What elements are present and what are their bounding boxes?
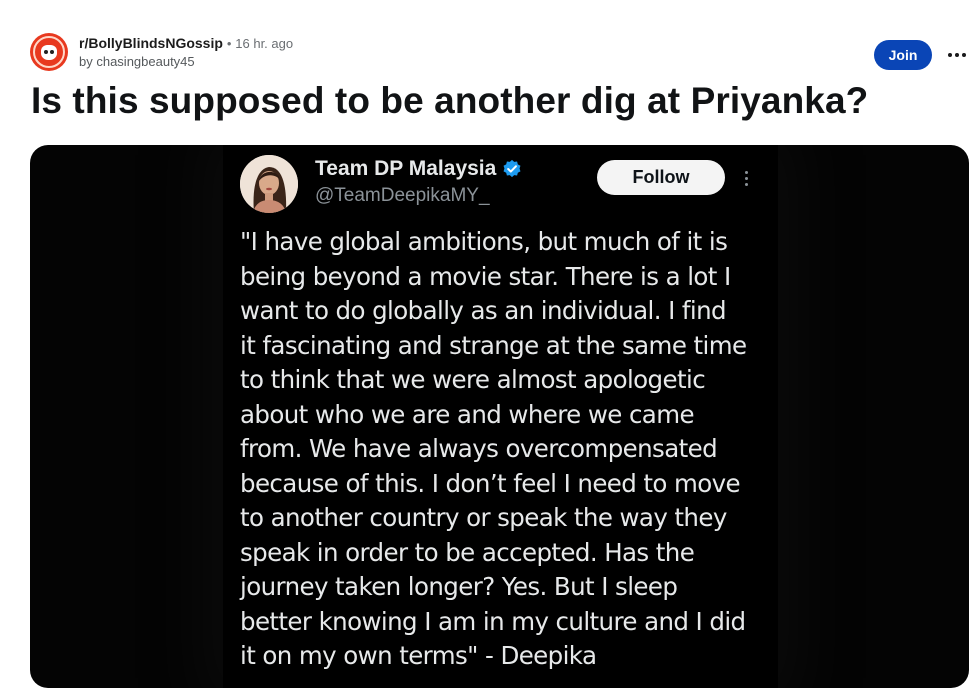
tweet-text: "I have global ambitions, but much of it… <box>240 227 747 670</box>
post-header: r/BollyBlindsNGossip • 16 hr. ago by cha… <box>30 33 293 71</box>
reddit-post-page: r/BollyBlindsNGossip • 16 hr. ago by cha… <box>0 0 980 700</box>
post-title[interactable]: Is this supposed to be another dig at Pr… <box>31 80 868 122</box>
post-meta: r/BollyBlindsNGossip • 16 hr. ago by cha… <box>79 34 293 70</box>
post-author[interactable]: by chasingbeauty45 <box>79 53 293 70</box>
post-time: 16 hr. ago <box>235 36 294 51</box>
subreddit-name[interactable]: r/BollyBlindsNGossip <box>79 35 223 51</box>
tweet-card: Team DP Malaysia @TeamDeepikaMY_ Follow … <box>223 145 778 688</box>
avatar-portrait-icon <box>240 155 298 213</box>
follow-button[interactable]: Follow <box>597 160 725 195</box>
tweet-author-handle[interactable]: @TeamDeepikaMY_ <box>315 185 490 207</box>
tweet-author-name-text: Team DP Malaysia <box>315 157 497 180</box>
post-image[interactable]: Team DP Malaysia @TeamDeepikaMY_ Follow … <box>30 145 969 688</box>
verified-badge-icon <box>503 159 521 178</box>
more-vertical-icon[interactable] <box>741 165 751 191</box>
join-button[interactable]: Join <box>874 40 932 70</box>
subreddit-avatar[interactable] <box>30 33 68 71</box>
subreddit-avatar-face <box>41 45 57 60</box>
tweet-avatar[interactable] <box>240 155 298 213</box>
more-horizontal-icon[interactable] <box>944 42 970 68</box>
meta-separator: • <box>226 36 232 51</box>
tweet-author-name[interactable]: Team DP Malaysia <box>315 157 522 181</box>
post-meta-line: r/BollyBlindsNGossip • 16 hr. ago <box>79 34 293 53</box>
